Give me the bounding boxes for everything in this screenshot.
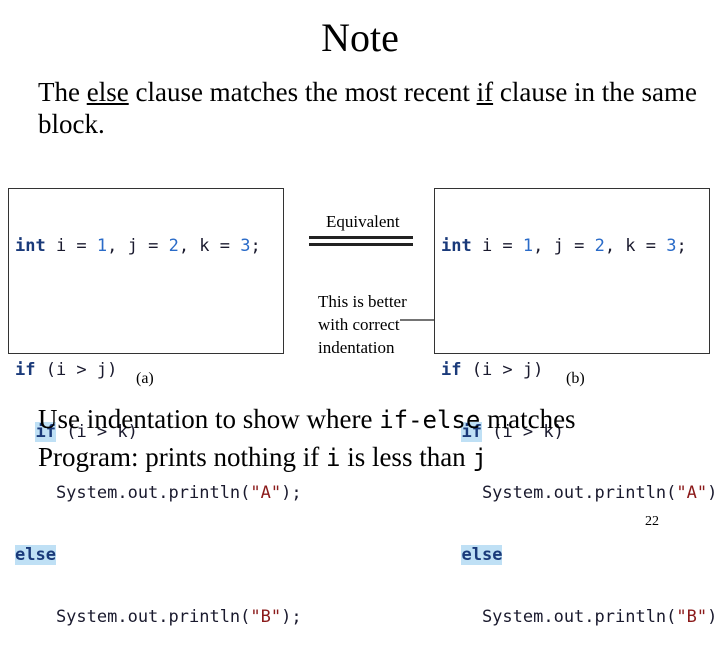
caption-a: (a) (136, 370, 154, 387)
code-text: , j = (107, 236, 169, 257)
note-line: with correct (318, 315, 400, 334)
code-line: System.out.println("B"); (441, 607, 720, 628)
string-literal: "B" (250, 606, 282, 627)
bottom-line-1: Use indentation to show where if-else ma… (38, 402, 576, 437)
string-literal: "B" (676, 606, 708, 627)
code-text: System.out.println( (15, 606, 251, 627)
code-text: , j = (533, 236, 595, 257)
note-line: indentation (318, 338, 395, 357)
number-literal: 3 (240, 236, 251, 257)
code-text: ); (281, 483, 302, 504)
inline-code: if-else (379, 406, 481, 434)
code-box-b: int i = 1, j = 2, k = 3; if (i > j) if (… (434, 188, 720, 627)
code-line: System.out.println("A"); (441, 483, 720, 504)
code-text: i = (471, 236, 523, 257)
number-literal: 2 (594, 236, 605, 257)
code-text: , k = (178, 236, 241, 257)
code-text: ); (707, 483, 720, 504)
code-text: ); (707, 606, 720, 627)
intro-else-word: else (86, 77, 129, 107)
code-text: (i > j) (35, 359, 118, 380)
slide-title: Note (321, 15, 399, 60)
string-literal: "A" (250, 483, 282, 504)
code-line: int i = 1, j = 2, k = 3; (441, 236, 720, 257)
bottom-text: Use indentation to show where (38, 404, 380, 434)
bottom-text: is less than (340, 442, 473, 472)
bottom-text: matches (480, 404, 576, 434)
highlighted-else-keyword: else (461, 545, 503, 566)
code-text: , k = (604, 236, 667, 257)
keyword: int (441, 236, 472, 257)
code-text: System.out.println( (441, 606, 677, 627)
code-text: ; (676, 236, 687, 257)
code-line: System.out.println("B"); (15, 607, 302, 628)
intro-if-word: if (476, 77, 494, 107)
number-literal: 2 (168, 236, 179, 257)
keyword: if (441, 359, 462, 380)
string-literal: "A" (676, 483, 708, 504)
code-line: int i = 1, j = 2, k = 3; (15, 236, 302, 257)
equivalent-line-top (309, 236, 413, 239)
keyword: int (15, 236, 46, 257)
number-literal: 1 (96, 236, 108, 257)
inline-code: i (325, 444, 341, 472)
code-line: else (15, 545, 302, 566)
equivalent-line-bottom (309, 243, 413, 246)
bottom-line-2: Program: prints nothing if i is less tha… (38, 440, 487, 475)
inline-code: j (472, 444, 487, 472)
intro-mid: clause matches the most recent (128, 77, 477, 107)
keyword: if (15, 359, 36, 380)
number-literal: 3 (666, 236, 677, 257)
better-indentation-note: This is better with correct indentation (318, 290, 407, 359)
code-text: (i > j) (461, 359, 544, 380)
code-line: else (441, 545, 720, 566)
code-line: System.out.println("A"); (15, 483, 302, 504)
intro-pre: The (38, 77, 87, 107)
caption-b: (b) (566, 370, 585, 387)
equivalent-label: Equivalent (326, 212, 400, 231)
code-line: if (i > j) (15, 360, 302, 381)
code-box-a: int i = 1, j = 2, k = 3; if (i > j) if (… (8, 188, 302, 627)
code-text: System.out.println( (441, 483, 677, 504)
code-text: ); (281, 606, 302, 627)
highlighted-else-keyword: else (15, 545, 56, 566)
note-line: This is better (318, 292, 407, 311)
number-literal: 1 (522, 236, 534, 257)
page-number: 22 (645, 514, 659, 529)
intro-text: The else clause matches the most recent … (38, 76, 698, 140)
code-text: ; (250, 236, 261, 257)
code-text: System.out.println( (15, 483, 251, 504)
bottom-text: Program: prints nothing if (38, 442, 326, 472)
code-text: i = (45, 236, 97, 257)
